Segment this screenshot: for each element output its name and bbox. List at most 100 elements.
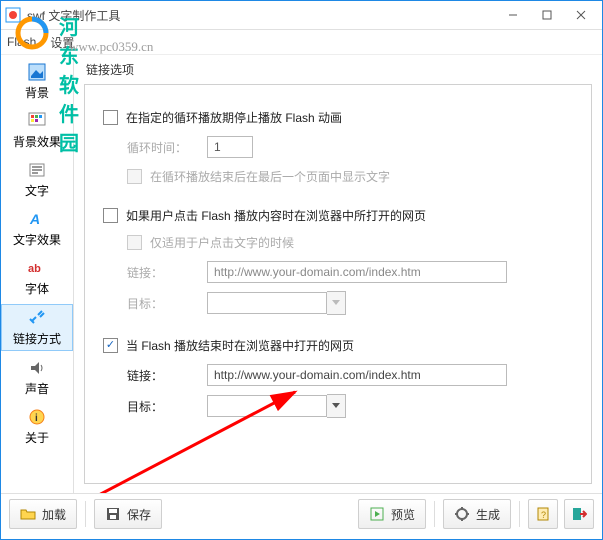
text-effect-icon: A	[27, 209, 47, 229]
help-icon: ?	[535, 506, 551, 522]
sidebar-item-about[interactable]: i 关于	[1, 404, 73, 449]
checkbox-stop-loop[interactable]	[103, 110, 118, 125]
sidebar: 背景 背景效果 文字 A 文字效果 ab 字体 链接方式	[1, 55, 74, 493]
sound-icon	[27, 358, 47, 378]
checkbox-label: 在循环播放结束后在最后一个页面中显示文字	[150, 168, 390, 185]
background-icon	[27, 62, 47, 82]
window-controls	[496, 4, 598, 26]
menu-flash[interactable]: Flash	[7, 35, 36, 49]
opt-show-text-last: 在循环播放结束后在最后一个页面中显示文字	[127, 168, 577, 185]
sidebar-item-background[interactable]: 背景	[1, 59, 73, 104]
bottombar: 加载 保存 预览 生成 ?	[1, 493, 602, 534]
end-target-select[interactable]	[207, 394, 346, 418]
save-icon	[105, 506, 121, 522]
bg-effect-icon	[27, 111, 47, 131]
svg-text:i: i	[35, 413, 38, 424]
click-target-row: 目标：	[127, 291, 577, 315]
sidebar-item-label: 关于	[25, 429, 49, 446]
loop-time-label: 循环时间：	[127, 139, 207, 156]
sidebar-item-label: 字体	[25, 280, 49, 297]
end-target-row: 目标：	[127, 394, 577, 418]
opt-end-url: 当 Flash 播放结束时在浏览器中打开的网页	[103, 337, 577, 354]
separator	[85, 501, 86, 527]
sidebar-item-font[interactable]: ab 字体	[1, 255, 73, 300]
chevron-down-icon	[327, 291, 346, 315]
separator	[434, 501, 435, 527]
exit-icon	[571, 506, 587, 522]
sidebar-item-label: 声音	[25, 380, 49, 397]
about-icon: i	[27, 407, 47, 427]
checkbox-label: 仅适用于户点击文字的时候	[150, 234, 294, 251]
menubar: Flash 设置	[1, 30, 602, 55]
opt-stop-after-loop: 在指定的循环播放期停止播放 Flash 动画	[103, 109, 577, 126]
checkbox-label: 在指定的循环播放期停止播放 Flash 动画	[126, 109, 342, 126]
click-target-select[interactable]	[207, 291, 346, 315]
end-link-input[interactable]	[207, 364, 507, 386]
loop-time-row: 循环时间：	[127, 136, 577, 158]
svg-text:ab: ab	[28, 263, 41, 275]
close-icon	[576, 10, 586, 20]
sidebar-item-link[interactable]: 链接方式	[1, 304, 73, 351]
preview-button[interactable]: 预览	[358, 499, 426, 529]
opt-click-url: 如果用户点击 Flash 播放内容时在浏览器中所打开的网页	[103, 207, 577, 224]
app-window: 河东软件园 www.pc0359.cn swf 文字制作工具 Flash 设置	[0, 0, 603, 540]
body: 背景 背景效果 文字 A 文字效果 ab 字体 链接方式	[1, 55, 602, 493]
checkbox-end-url[interactable]	[103, 338, 118, 353]
checkbox-show-text-last[interactable]	[127, 169, 142, 184]
window-title: swf 文字制作工具	[27, 7, 496, 24]
main-panel: 链接选项 在指定的循环播放期停止播放 Flash 动画 循环时间： 在循环播放结…	[74, 55, 602, 493]
sidebar-item-text[interactable]: 文字	[1, 157, 73, 202]
sidebar-item-label: 文字效果	[13, 231, 61, 248]
svg-text:?: ?	[541, 510, 546, 520]
opt-only-text-click: 仅适用于户点击文字的时候	[127, 234, 577, 251]
build-icon	[454, 506, 470, 522]
chevron-down-icon	[327, 394, 346, 418]
sidebar-item-bg-effect[interactable]: 背景效果	[1, 108, 73, 153]
save-button[interactable]: 保存	[94, 499, 162, 529]
select-value	[207, 395, 327, 417]
options-group: 在指定的循环播放期停止播放 Flash 动画 循环时间： 在循环播放结束后在最后…	[84, 84, 592, 484]
titlebar: swf 文字制作工具	[1, 1, 602, 30]
click-link-input[interactable]	[207, 261, 507, 283]
click-link-row: 链接：	[127, 261, 577, 283]
end-link-row: 链接：	[127, 364, 577, 386]
help-button[interactable]: ?	[528, 499, 558, 529]
link-label: 链接：	[127, 367, 207, 384]
link-label: 链接：	[127, 264, 207, 281]
menu-settings[interactable]: 设置	[50, 34, 74, 51]
build-button[interactable]: 生成	[443, 499, 511, 529]
checkbox-click-url[interactable]	[103, 208, 118, 223]
app-icon	[5, 7, 21, 23]
target-label: 目标：	[127, 295, 207, 312]
separator	[519, 501, 520, 527]
svg-text:A: A	[29, 211, 40, 227]
checkbox-label: 如果用户点击 Flash 播放内容时在浏览器中所打开的网页	[126, 207, 426, 224]
sidebar-item-label: 链接方式	[13, 330, 61, 347]
text-icon	[27, 160, 47, 180]
loop-time-input[interactable]	[207, 136, 253, 158]
minimize-icon	[508, 10, 518, 20]
sidebar-item-label: 背景	[25, 84, 49, 101]
sidebar-item-label: 文字	[25, 182, 49, 199]
link-icon	[27, 308, 47, 328]
checkbox-label: 当 Flash 播放结束时在浏览器中打开的网页	[126, 337, 354, 354]
target-label: 目标：	[127, 398, 207, 415]
checkbox-only-text[interactable]	[127, 235, 142, 250]
load-button[interactable]: 加载	[9, 499, 77, 529]
exit-button[interactable]	[564, 499, 594, 529]
close-button[interactable]	[564, 4, 598, 26]
minimize-button[interactable]	[496, 4, 530, 26]
panel-title: 链接选项	[86, 61, 592, 78]
button-label: 保存	[127, 506, 151, 523]
maximize-icon	[542, 10, 552, 20]
sidebar-item-text-effect[interactable]: A 文字效果	[1, 206, 73, 251]
sidebar-item-label: 背景效果	[13, 133, 61, 150]
folder-open-icon	[20, 506, 36, 522]
maximize-button[interactable]	[530, 4, 564, 26]
button-label: 预览	[391, 506, 415, 523]
sidebar-item-sound[interactable]: 声音	[1, 355, 73, 400]
button-label: 加载	[42, 506, 66, 523]
font-icon: ab	[27, 258, 47, 278]
button-label: 生成	[476, 506, 500, 523]
select-value	[207, 292, 327, 314]
